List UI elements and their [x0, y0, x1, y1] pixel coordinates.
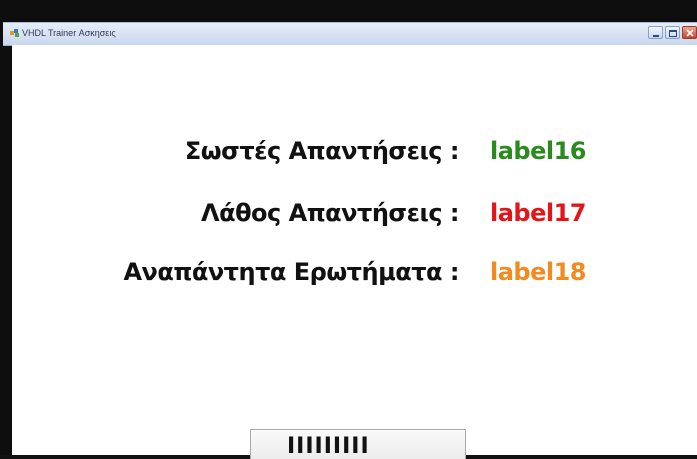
app-icon: [10, 29, 19, 37]
wrong-answers-value: label17: [490, 199, 587, 227]
unanswered-questions-value: label18: [490, 258, 587, 286]
form-client-area: Σωστές Απαντήσεις : label16 Λάθος Απαντή…: [12, 45, 697, 459]
correct-answers-label: Σωστές Απαντήσεις :: [184, 137, 460, 165]
title-bar[interactable]: VHDL Trainer Ασκησεις: [3, 22, 697, 46]
window-title: VHDL Trainer Ασκησεις: [22, 28, 116, 38]
bottom-button-label: IIIIIIIII: [287, 434, 370, 459]
wrong-answers-label: Λάθος Απαντήσεις :: [201, 199, 460, 227]
unanswered-questions-label: Αναπάντητα Ερωτήματα :: [123, 258, 459, 286]
correct-answers-value: label16: [490, 137, 587, 165]
close-icon: [686, 29, 694, 37]
minimize-button[interactable]: [648, 26, 663, 39]
maximize-icon: [669, 30, 677, 37]
close-button[interactable]: [682, 26, 697, 39]
minimize-icon: [653, 35, 659, 37]
application-window: VHDL Trainer Ασκησεις Σωστές Απαντήσεις …: [0, 0, 697, 459]
maximize-button[interactable]: [665, 26, 680, 39]
